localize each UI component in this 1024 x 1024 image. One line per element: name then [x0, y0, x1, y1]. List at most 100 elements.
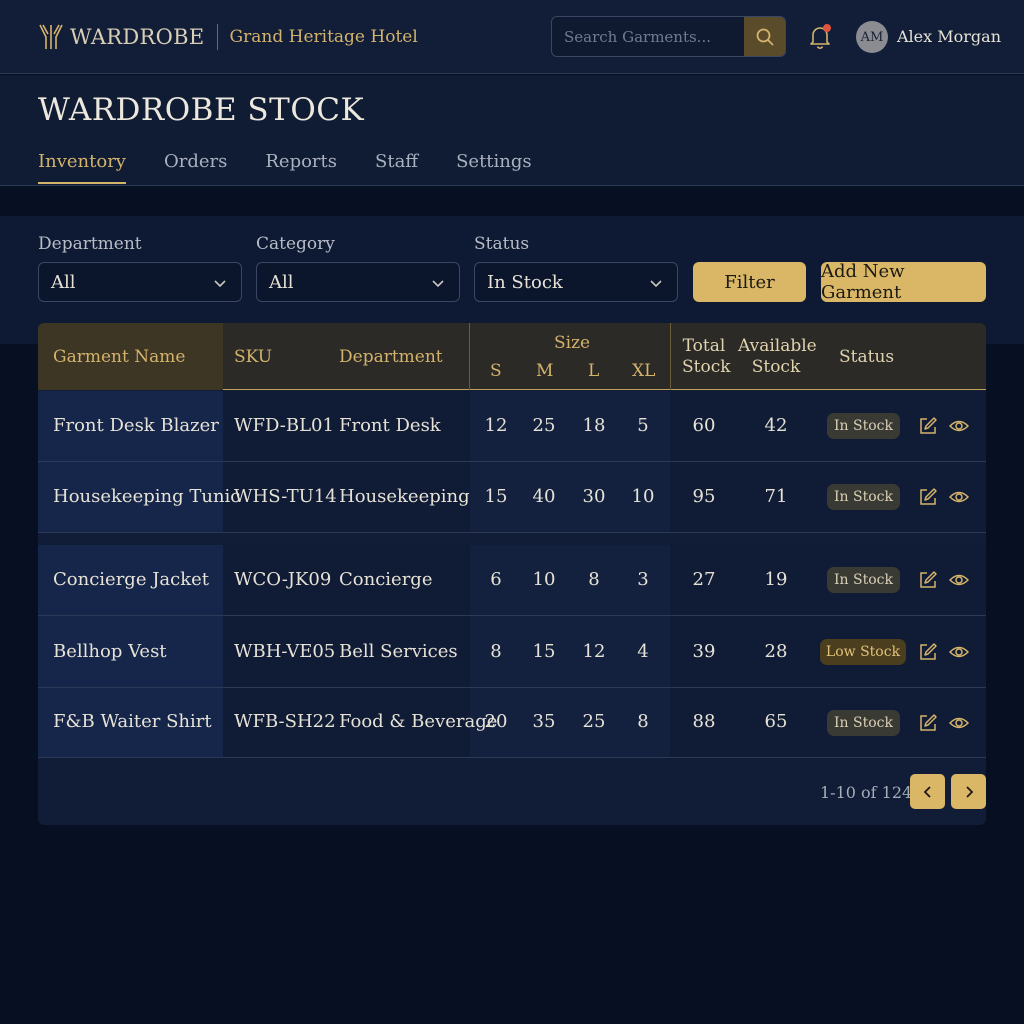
- page-header: WARDROBE STOCK Inventory Orders Reports …: [0, 75, 1024, 186]
- chevron-down-icon: [214, 280, 226, 288]
- department-label: Department: [38, 234, 142, 254]
- tab-settings[interactable]: Settings: [456, 151, 532, 184]
- available-stock: 71: [764, 486, 788, 507]
- chevron-down-icon: [432, 280, 444, 288]
- edit-icon[interactable]: [918, 487, 938, 507]
- eye-icon[interactable]: [949, 642, 969, 662]
- search-icon: [756, 28, 774, 46]
- status-badge: In Stock: [827, 567, 900, 593]
- brand-divider: [216, 24, 218, 50]
- tab-bar: Inventory Orders Reports Staff Settings: [38, 151, 570, 184]
- user-name[interactable]: Alex Morgan: [897, 27, 1001, 46]
- table-row[interactable]: Concierge Jacket WCO-JK09 Concierge 6 10…: [38, 545, 986, 616]
- header-garment-name[interactable]: Garment Name: [53, 347, 185, 367]
- department: Housekeeping: [339, 486, 470, 507]
- size-l: 30: [582, 486, 606, 507]
- brand-name: WARDROBE: [70, 25, 205, 49]
- size-s: 6: [490, 569, 502, 590]
- sku: WFB-SH22: [234, 711, 336, 732]
- size-xl: 10: [631, 486, 655, 507]
- table-header: Garment Name SKU Department Size S M L X…: [38, 323, 986, 390]
- edit-icon[interactable]: [918, 570, 938, 590]
- department: Food & Beverage: [339, 711, 498, 732]
- department: Concierge: [339, 569, 433, 590]
- chevron-right-icon: [965, 785, 973, 798]
- department-value: All: [51, 271, 76, 293]
- filter-button[interactable]: Filter: [693, 262, 806, 302]
- total-stock: 60: [692, 415, 716, 436]
- total-stock: 88: [692, 711, 716, 732]
- size-m: 10: [532, 569, 556, 590]
- category-label: Category: [256, 234, 335, 254]
- tab-staff[interactable]: Staff: [375, 151, 418, 184]
- avatar[interactable]: AM: [856, 21, 888, 53]
- header-status[interactable]: Status: [839, 347, 894, 367]
- top-bar: WARDROBE Grand Heritage Hotel AM Alex Mo…: [0, 0, 1024, 74]
- eye-icon[interactable]: [949, 416, 969, 436]
- hotel-name: Grand Heritage Hotel: [229, 27, 418, 47]
- tab-inventory[interactable]: Inventory: [38, 151, 126, 184]
- edit-icon[interactable]: [918, 642, 938, 662]
- table-row[interactable]: F&B Waiter Shirt WFB-SH22 Food & Beverag…: [38, 688, 986, 758]
- size-l: 18: [582, 415, 606, 436]
- status-badge: In Stock: [827, 413, 900, 439]
- status-select[interactable]: In Stock: [474, 262, 678, 302]
- search-button[interactable]: [744, 17, 785, 56]
- department-select[interactable]: All: [38, 262, 242, 302]
- garment-name: Bellhop Vest: [53, 641, 167, 662]
- status-value: In Stock: [487, 271, 563, 293]
- inventory-table: Garment Name SKU Department Size S M L X…: [38, 323, 986, 825]
- table-row[interactable]: Front Desk Blazer WFD-BL01 Front Desk 12…: [38, 391, 986, 462]
- size-s: 8: [490, 641, 502, 662]
- size-m: 15: [532, 641, 556, 662]
- header-size-s: S: [490, 361, 502, 381]
- header-department[interactable]: Department: [339, 347, 443, 367]
- total-stock: 95: [692, 486, 716, 507]
- header-sku[interactable]: SKU: [234, 347, 272, 367]
- eye-icon[interactable]: [949, 570, 969, 590]
- status-badge: In Stock: [827, 710, 900, 736]
- table-row[interactable]: Housekeeping Tunic WHS-TU14 Housekeeping…: [38, 462, 986, 533]
- header-total-stock-1[interactable]: Total: [682, 336, 726, 356]
- sku: WBH-VE05: [234, 641, 336, 662]
- total-stock: 39: [692, 641, 716, 662]
- size-l: 12: [582, 641, 606, 662]
- hanger-logo-icon: [39, 24, 63, 49]
- search-input[interactable]: [552, 17, 746, 56]
- pagination-info: 1-10 of 124: [820, 783, 913, 802]
- tab-reports[interactable]: Reports: [265, 151, 337, 184]
- status-badge: Low Stock: [820, 639, 906, 665]
- header-size-xl: XL: [632, 361, 656, 381]
- available-stock: 65: [764, 711, 788, 732]
- size-l: 8: [588, 569, 600, 590]
- size-xl: 3: [637, 569, 649, 590]
- prev-page-button[interactable]: [910, 774, 945, 809]
- chevron-down-icon: [650, 280, 662, 288]
- edit-icon[interactable]: [918, 416, 938, 436]
- eye-icon[interactable]: [949, 713, 969, 733]
- available-stock: 42: [764, 415, 788, 436]
- add-garment-button[interactable]: Add New Garment: [821, 261, 986, 303]
- header-available-stock-1[interactable]: Available: [738, 336, 817, 356]
- department: Front Desk: [339, 415, 441, 436]
- table-row[interactable]: Bellhop Vest WBH-VE05 Bell Services 8 15…: [38, 616, 986, 688]
- tab-orders[interactable]: Orders: [164, 151, 227, 184]
- edit-icon[interactable]: [918, 713, 938, 733]
- available-stock: 28: [764, 641, 788, 662]
- next-page-button[interactable]: [951, 774, 986, 809]
- size-m: 25: [532, 415, 556, 436]
- header-size: Size: [554, 333, 591, 353]
- category-value: All: [269, 271, 294, 293]
- sku: WFD-BL01: [234, 415, 334, 436]
- header-available-stock-2[interactable]: Stock: [738, 357, 814, 377]
- size-s: 20: [484, 711, 508, 732]
- size-xl: 8: [637, 711, 649, 732]
- eye-icon[interactable]: [949, 487, 969, 507]
- status-badge: In Stock: [827, 484, 900, 510]
- brand-logo[interactable]: WARDROBE Grand Heritage Hotel: [38, 22, 418, 52]
- header-size-l: L: [588, 361, 600, 381]
- header-total-stock-2[interactable]: Stock: [682, 357, 731, 377]
- garment-name: F&B Waiter Shirt: [53, 711, 212, 732]
- category-select[interactable]: All: [256, 262, 460, 302]
- size-m: 40: [532, 486, 556, 507]
